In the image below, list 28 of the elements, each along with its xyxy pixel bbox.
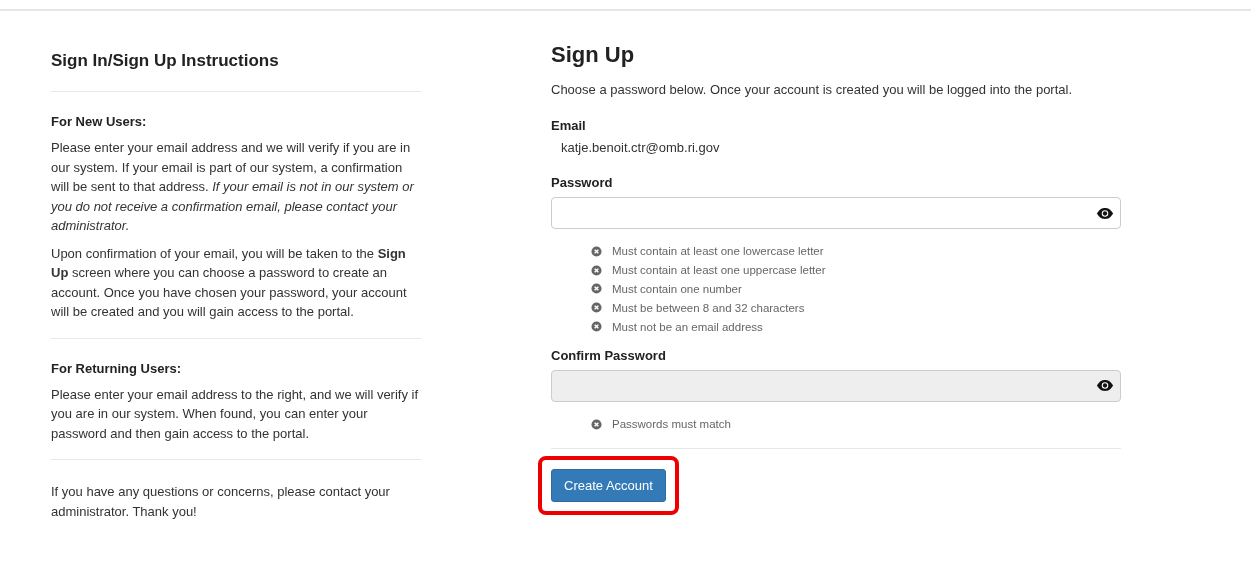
rule-text: Must contain at least one uppercase letter [612,264,826,277]
field-label: Password [551,175,614,190]
instructions-title: Sign In/Sign Up Instructions [51,51,280,71]
paragraph: Upon confirmation of your email, you will be taken to the Sign Up screen where you can choose a password to create an account. Once you have chosen your password, your account will be created and you will gain access to the portal. [51,244,408,321]
status-icon [591,302,602,314]
rule-text: Must contain one number [612,283,742,295]
email-value: katje.benoit.ctr@omb.ri.gov [561,140,721,155]
page-title: Sign Up [551,42,636,68]
status-icon [591,245,602,257]
password-field[interactable] [551,197,1121,229]
eye-icon[interactable] [1096,206,1114,220]
paragraph: Please enter your email address and we will verify if you are in our system. If your email is part of our system, a confirmation will be sent to that address. If your email is not in our system or you do not receive a confirmation email, please contact your administrator. [51,139,416,235]
rule-text: Passwords must match [612,418,731,431]
paragraph: If you have any questions or concerns, please contact your administrator. Thank you! [51,483,391,521]
create-account-button[interactable]: Create Account [551,468,666,502]
rule-text: Must be between 8 and 32 characters [612,301,805,314]
status-icon [591,283,602,295]
section-heading: For New Users: [51,114,148,129]
field-label: Confirm Password [551,348,667,363]
rule-text: Must not be an email address [612,320,763,333]
status-icon [591,264,602,276]
section-heading: For Returning Users: [51,360,182,376]
field-label: Email [551,118,587,133]
intro-text: Choose a password below. Once your account is created you will be logged into the portal. [551,82,1074,97]
status-icon [591,321,602,333]
rule-text: Must contain at least one lowercase letter [612,245,824,258]
status-icon [591,418,602,430]
paragraph: Please enter your email address to the right, and we will verify if you are in our system. When found, you can enter your password and then gain access to the portal. [51,385,420,443]
